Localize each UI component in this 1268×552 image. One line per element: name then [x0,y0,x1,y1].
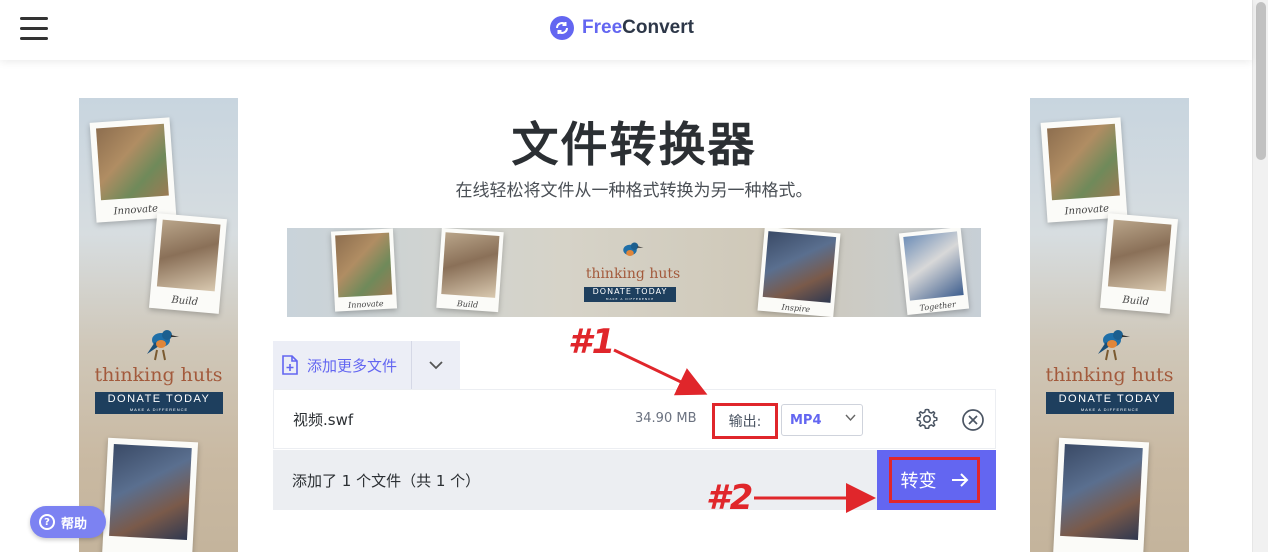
banner-caption-build: Build [456,299,479,310]
page-scrollbar[interactable] [1252,0,1268,552]
ad-donate-button-right[interactable]: DONATE TODAY MAKE A DIFFERENCE [1046,392,1174,414]
files-added-status: 添加了 1 个文件（共 1 个） [292,472,481,490]
ad-donate-sublabel-right: MAKE A DIFFERENCE [1080,407,1140,412]
page-subtitle: 在线轻松将文件从一种格式转换为另一种格式。 [455,181,813,201]
ad-donate-button[interactable]: DONATE TODAY MAKE A DIFFERENCE [95,392,223,414]
banner-bird-icon [623,242,644,256]
ad-caption-build-right: Build [1121,294,1150,308]
banner-photo-inspire: Inspire [757,228,841,317]
banner-photo-together: Together [898,228,970,316]
output-format-select[interactable]: MP4 [781,404,863,436]
file-name: 视频.swf [293,411,354,429]
help-button[interactable]: ? 帮助 [30,506,106,538]
remove-file-close-icon[interactable] [961,408,985,432]
add-more-files-button[interactable]: 添加更多文件 [273,341,411,389]
banner-brand-text: thinking huts [585,266,681,282]
convert-button[interactable]: 转变 [877,450,996,510]
banner-photo-build: Build [436,228,504,313]
ad-caption-build: Build [170,294,199,308]
banner-donate-sublabel: MAKE A DIFFERENCE [605,297,655,301]
banner-caption-inspire: Inspire [781,302,811,315]
annotation-label-2: #2 [706,478,754,518]
annotation-label-1: #1 [568,322,616,362]
add-more-files-group: 添加更多文件 [273,341,460,389]
banner-photo-innovate: Innovate [330,228,398,312]
add-more-files-label: 添加更多文件 [307,356,398,375]
kingfisher-bird-icon [1098,330,1130,361]
add-source-dropdown-button[interactable] [411,341,460,389]
ad-photo-inspire-right [1052,437,1150,552]
kingfisher-bird-icon [147,330,179,361]
banner-advertisement[interactable]: Innovate Build thinking huts DONATE TODA… [287,228,981,317]
help-label: 帮助 [61,516,88,532]
chevron-down-icon [429,360,443,369]
ad-photo-inspire [101,437,199,552]
logo-text-convert: Convert [622,17,694,38]
file-add-icon [282,355,298,375]
output-label: 输出: [712,403,778,439]
page: FreeConvert Innovate Build thinking huts… [0,0,1268,552]
freeconvert-logo[interactable]: FreeConvert [550,16,694,40]
annotation-arrow-1 [613,348,708,396]
top-navigation-bar: FreeConvert [0,0,1252,60]
banner-donate-button[interactable]: DONATE TODAY MAKE A DIFFERENCE [584,287,676,302]
chevron-down-icon [845,414,856,422]
ad-photo-build-right: Build [1099,213,1179,314]
logo-sync-icon [550,16,574,40]
ad-brand-text: thinking huts [94,364,223,386]
settings-gear-icon[interactable] [915,407,939,431]
ad-donate-label-right: DONATE TODAY [1058,393,1162,405]
convert-button-highlight: 转变 [889,457,980,503]
ad-donate-sublabel: MAKE A DIFFERENCE [129,407,189,412]
conversion-status-bar: 添加了 1 个文件（共 1 个） 转变 [273,450,996,510]
output-format-value: MP4 [790,412,822,428]
file-size: 34.90 MB [635,411,697,426]
ad-photo-build: Build [148,213,228,314]
ad-brand-text-right: thinking huts [1045,364,1174,386]
help-question-icon: ? [39,514,55,530]
hamburger-menu-icon[interactable] [20,17,48,41]
banner-caption-together: Together [919,299,957,313]
ad-donate-label: DONATE TODAY [107,393,211,405]
logo-text-free: Free [582,17,623,38]
banner-caption-innovate: Innovate [347,299,384,310]
arrow-right-icon [951,473,968,487]
page-title: 文件转换器 [511,118,757,173]
banner-donate-label: DONATE TODAY [592,287,668,296]
convert-button-label: 转变 [900,471,937,492]
file-list-row: 视频.swf 34.90 MB 输出: MP4 [273,389,996,449]
